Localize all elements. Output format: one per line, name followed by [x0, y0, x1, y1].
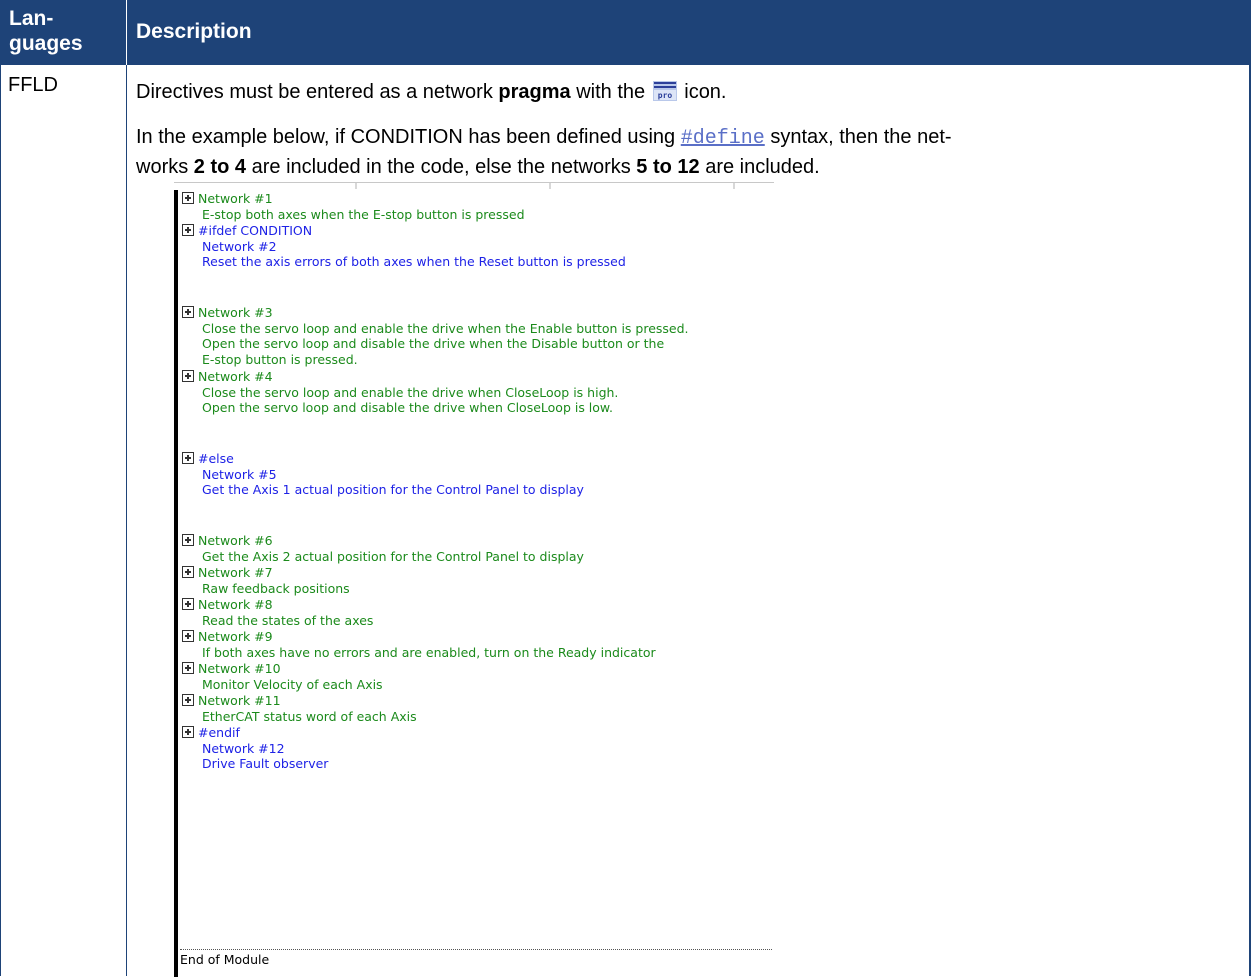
network-block[interactable]: #else Network #5 Get the Axis 1 actual p…	[182, 451, 584, 498]
network-line: Drive Fault observer	[202, 756, 329, 771]
svg-text:pro: pro	[657, 91, 672, 100]
expand-plus-icon[interactable]	[182, 370, 194, 382]
network-line: Network #2	[202, 238, 277, 254]
ffld-program-screenshot: Network #1 E-stop both axes when the E-s…	[174, 182, 774, 977]
network-block[interactable]: Network #10 Monitor Velocity of each Axi…	[182, 661, 383, 692]
network-block[interactable]: #endif Network #12 Drive Fault observer	[182, 725, 328, 772]
network-head: Network #6	[198, 533, 273, 548]
network-block[interactable]: Network #3 Close the servo loop and enab…	[182, 305, 689, 367]
description-paragraph-1: Directives must be entered as a network …	[136, 78, 1236, 106]
network-head: Network #3	[198, 305, 273, 320]
expand-plus-icon[interactable]	[182, 566, 194, 578]
p2-text-2: syntax, then the net-	[764, 126, 952, 148]
network-line: If both axes have no errors and are enab…	[202, 644, 656, 660]
network-line: Network #12	[202, 740, 285, 756]
p2-bold-range-1: 2 to 4	[193, 156, 247, 178]
network-line: Close the servo loop and enable the driv…	[202, 384, 619, 400]
p1-text-middle: with the	[570, 81, 651, 103]
expand-plus-icon[interactable]	[182, 662, 194, 674]
network-line: Close the servo loop and enable the driv…	[202, 320, 689, 336]
end-of-module-label: End of Module	[180, 952, 270, 967]
expand-plus-icon[interactable]	[182, 630, 194, 642]
network-line: E-stop both axes when the E-stop button …	[202, 206, 525, 222]
expand-plus-icon[interactable]	[182, 726, 194, 738]
p1-text-after: icon.	[678, 81, 727, 103]
language-cell: FFLD	[8, 74, 58, 96]
expand-plus-icon[interactable]	[182, 224, 194, 236]
header-languages: Lan- guages	[9, 6, 109, 56]
header-languages-line1: Lan-	[9, 7, 54, 30]
network-block[interactable]: Network #11 EtherCAT status word of each…	[182, 693, 417, 724]
network-head: Network #9	[198, 629, 273, 644]
header-description: Description	[136, 20, 252, 43]
network-line: Open the servo loop and disable the driv…	[202, 400, 613, 415]
network-line: E-stop button is pressed.	[202, 351, 358, 367]
network-head: Network #10	[198, 661, 281, 676]
pro-pragma-icon: pro	[652, 81, 677, 101]
network-line: Monitor Velocity of each Axis	[202, 676, 383, 692]
network-head: Network #11	[198, 693, 281, 708]
table-column-divider	[126, 65, 127, 976]
expand-plus-icon[interactable]	[182, 534, 194, 546]
p1-bold-pragma: pragma	[498, 81, 571, 103]
network-head: Network #1	[198, 191, 273, 206]
languages-table: Lan- guages Description FFLD Directives …	[0, 0, 1251, 977]
header-column-divider	[126, 0, 127, 65]
description-paragraph-2: In the example below, if CONDITION has b…	[136, 123, 1236, 181]
expand-plus-icon[interactable]	[182, 306, 194, 318]
table-header-row: Lan- guages Description	[0, 0, 1251, 66]
expand-plus-icon[interactable]	[182, 694, 194, 706]
expand-plus-icon[interactable]	[182, 192, 194, 204]
p2-text-4: are included in the code, else the netwo…	[246, 156, 637, 178]
define-link[interactable]: #define	[681, 127, 765, 150]
network-block[interactable]: Network #9 If both axes have no errors a…	[182, 629, 656, 660]
header-languages-line2: guages	[9, 32, 83, 55]
p2-bold-range-2: 5 to 12	[636, 156, 700, 178]
network-line: Read the states of the axes	[202, 612, 374, 628]
network-line: Get the Axis 1 actual position for the C…	[202, 482, 584, 497]
network-line: Open the servo loop and disable the driv…	[202, 336, 665, 351]
network-line: Reset the axis errors of both axes when …	[202, 254, 626, 269]
network-block[interactable]: #ifdef CONDITION Network #2 Reset the ax…	[182, 223, 626, 270]
p1-text-before: Directives must be entered as a network	[136, 81, 499, 103]
network-block[interactable]: Network #7 Raw feedback positions	[182, 565, 350, 596]
network-block[interactable]: Network #6 Get the Axis 2 actual positio…	[182, 533, 584, 564]
network-line: Raw feedback positions	[202, 580, 350, 596]
network-line: Network #5	[202, 466, 277, 482]
screenshot-column-ticks	[355, 183, 735, 189]
network-line: EtherCAT status word of each Axis	[202, 708, 417, 724]
network-line: Get the Axis 2 actual position for the C…	[202, 548, 584, 564]
table-left-border	[0, 65, 1, 976]
expand-plus-icon[interactable]	[182, 598, 194, 610]
network-head: Network #7	[198, 565, 273, 580]
p2-text-3: works	[136, 156, 194, 178]
p2-text-5: are included.	[699, 156, 820, 178]
network-block[interactable]: Network #8 Read the states of the axes	[182, 597, 373, 628]
network-head: Network #8	[198, 597, 273, 612]
network-head: #else	[198, 451, 234, 466]
end-of-module-separator	[180, 949, 772, 950]
network-head: #ifdef CONDITION	[198, 223, 313, 238]
p2-text-1: In the example below, if CONDITION has b…	[136, 126, 681, 148]
expand-plus-icon[interactable]	[182, 452, 194, 464]
network-head: #endif	[198, 725, 240, 740]
screenshot-left-rail	[174, 190, 178, 977]
network-block[interactable]: Network #4 Close the servo loop and enab…	[182, 369, 618, 416]
network-head: Network #4	[198, 369, 273, 384]
network-block[interactable]: Network #1 E-stop both axes when the E-s…	[182, 191, 525, 222]
